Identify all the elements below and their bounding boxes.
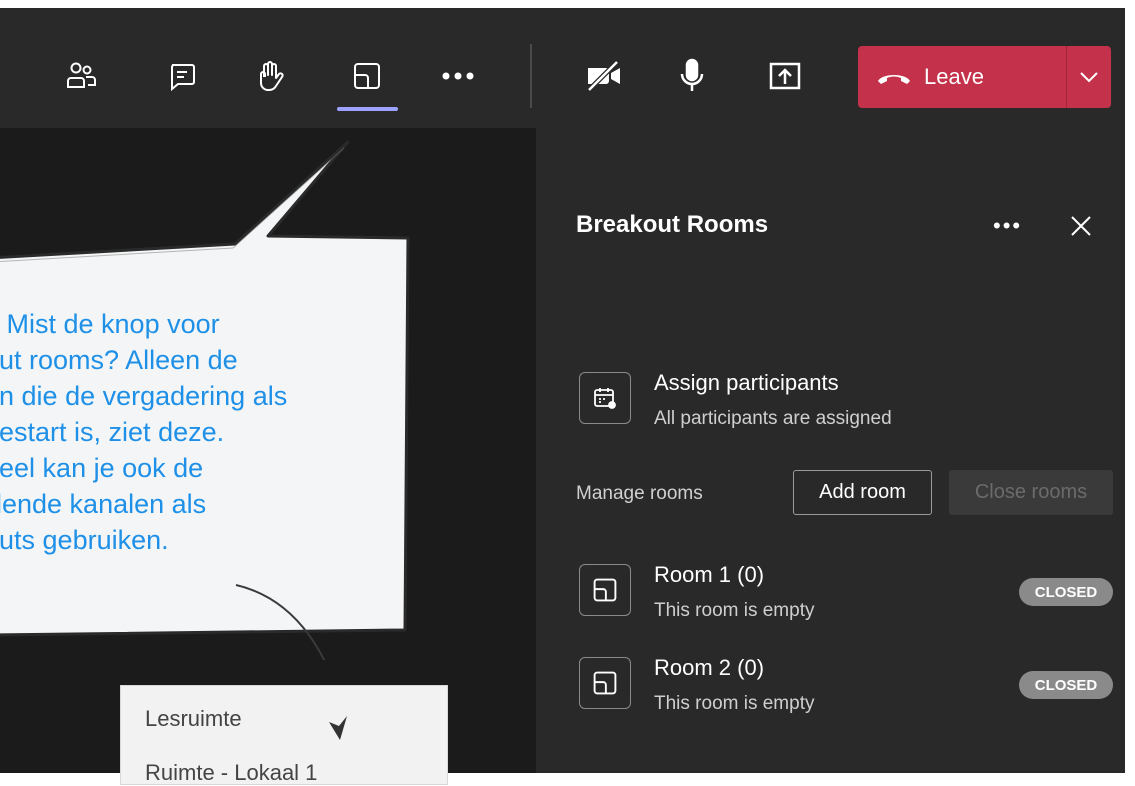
room-1-name[interactable]: Room 1 (0) bbox=[654, 562, 764, 588]
close-icon[interactable] bbox=[1067, 212, 1095, 240]
people-icon[interactable] bbox=[57, 52, 105, 100]
breakout-room-icon bbox=[579, 657, 631, 709]
raise-hand-icon[interactable] bbox=[246, 52, 294, 100]
share-screen-icon[interactable] bbox=[761, 52, 809, 100]
toolbar-divider bbox=[530, 44, 532, 108]
more-icon[interactable] bbox=[434, 52, 482, 100]
panel-more-icon[interactable]: ••• bbox=[993, 213, 1022, 239]
status-badge: CLOSED bbox=[1019, 578, 1113, 606]
breakout-room-icon bbox=[579, 564, 631, 616]
hang-up-icon bbox=[878, 75, 910, 84]
channel-item-lesruimte[interactable]: Lesruimte bbox=[145, 706, 242, 732]
channel-item-lokaal-1[interactable]: Ruimte - Lokaal 1 bbox=[145, 760, 317, 786]
chat-icon[interactable] bbox=[158, 52, 206, 100]
callout-line: out rooms? Alleen de bbox=[0, 345, 238, 375]
breakout-rooms-panel: Breakout Rooms ••• Assign participants A… bbox=[536, 128, 1125, 773]
leave-label: Leave bbox=[924, 64, 984, 89]
add-room-button[interactable]: Add room bbox=[793, 470, 932, 515]
callout-text: e Mist de knop voor out rooms? Alleen de… bbox=[0, 306, 404, 558]
status-badge: CLOSED bbox=[1019, 671, 1113, 699]
chevron-down-icon[interactable] bbox=[1067, 46, 1111, 108]
calendar-icon[interactable] bbox=[579, 372, 631, 424]
channel-list: Lesruimte Ruimte - Lokaal 1 bbox=[120, 685, 448, 785]
close-rooms-button[interactable]: Close rooms bbox=[949, 470, 1113, 515]
breakout-rooms-icon[interactable] bbox=[343, 52, 391, 100]
callout-line: on die de vergadering als bbox=[0, 381, 288, 411]
microphone-icon[interactable] bbox=[668, 52, 716, 100]
room-2-status: This room is empty bbox=[654, 693, 815, 714]
camera-off-icon[interactable] bbox=[580, 52, 628, 100]
active-tab-indicator bbox=[337, 107, 398, 111]
callout-line: heel kan je ook de bbox=[0, 453, 204, 483]
callout-line: illende kanalen als bbox=[0, 489, 207, 519]
arrow-head-icon bbox=[329, 716, 347, 740]
room-2-name[interactable]: Room 2 (0) bbox=[654, 655, 764, 681]
room-1-status: This room is empty bbox=[654, 600, 815, 621]
meeting-toolbar: Leave bbox=[0, 8, 1125, 128]
panel-title: Breakout Rooms bbox=[576, 211, 769, 238]
assign-participants-subtitle: All participants are assigned bbox=[654, 408, 892, 429]
leave-main[interactable]: Leave bbox=[858, 46, 1066, 108]
callout-line: outs gebruiken. bbox=[0, 525, 169, 555]
assign-participants-title[interactable]: Assign participants bbox=[654, 370, 839, 396]
manage-rooms-label: Manage rooms bbox=[576, 483, 703, 504]
leave-button[interactable]: Leave bbox=[858, 46, 1111, 108]
callout-line: e Mist de knop voor bbox=[0, 309, 220, 339]
callout-line: gestart is, ziet deze. bbox=[0, 417, 225, 447]
